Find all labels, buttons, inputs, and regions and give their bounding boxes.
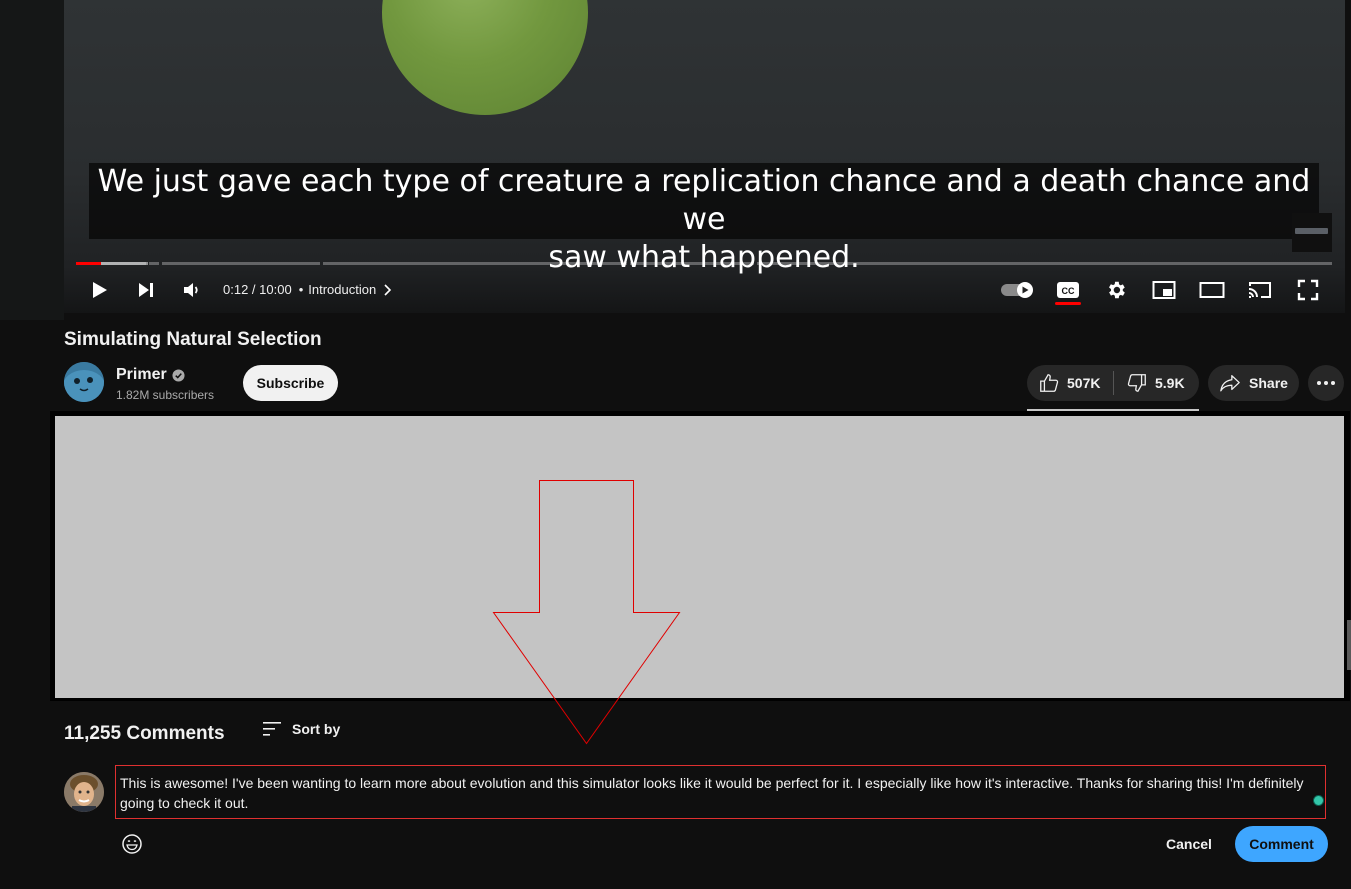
played-progress xyxy=(76,262,101,265)
chapter-segment[interactable] xyxy=(630,262,754,265)
emoji-button[interactable] xyxy=(120,832,144,856)
gear-icon xyxy=(1109,281,1125,299)
caption-window: We just gave each type of creature a rep… xyxy=(89,163,1319,275)
time-display: 0:12 / 10:00 • Introduction xyxy=(223,282,394,297)
chapter-dot: • xyxy=(298,282,304,297)
video-player[interactable]: We just gave each type of creature a rep… xyxy=(64,0,1345,313)
progress-bar[interactable] xyxy=(76,262,1332,265)
autoplay-toggle[interactable] xyxy=(1001,281,1035,299)
captions-active-indicator xyxy=(1055,302,1081,305)
share-icon xyxy=(1220,375,1240,392)
caption-line: We just gave each type of creature a rep… xyxy=(97,164,1311,237)
captions-button[interactable]: CC xyxy=(1054,276,1082,304)
current-time: 0:12 xyxy=(223,282,249,297)
gray-placeholder-panel xyxy=(55,416,1344,698)
theater-mode-button[interactable] xyxy=(1198,276,1226,304)
time-separator: / xyxy=(248,282,260,297)
share-button[interactable]: Share xyxy=(1208,365,1299,401)
description-overlay-frame xyxy=(50,411,1350,701)
miniplayer-icon xyxy=(1152,281,1176,299)
like-divider xyxy=(1113,371,1114,395)
comment-submit-button[interactable]: Comment xyxy=(1235,826,1328,862)
fullscreen-icon xyxy=(1297,279,1319,301)
chapter-segment[interactable] xyxy=(149,262,159,265)
like-count: 507K xyxy=(1067,375,1101,391)
cast-button[interactable] xyxy=(1246,276,1274,304)
dislike-button[interactable]: 5.9K xyxy=(1126,365,1185,401)
thumbs-down-icon xyxy=(1127,374,1146,392)
comment-input[interactable]: This is awesome! I've been wanting to le… xyxy=(115,765,1326,819)
comments-count: 11,255 Comments xyxy=(64,723,225,744)
dislike-count: 5.9K xyxy=(1155,375,1185,391)
theater-icon xyxy=(1199,282,1225,298)
grammar-assistant-icon[interactable] xyxy=(1313,795,1324,806)
play-button[interactable] xyxy=(85,276,113,304)
sort-icon xyxy=(263,722,281,736)
share-label: Share xyxy=(1249,375,1288,391)
svg-text:CC: CC xyxy=(1062,286,1075,296)
subscribe-button[interactable]: Subscribe xyxy=(243,365,338,401)
next-button[interactable] xyxy=(132,276,160,304)
user-photo xyxy=(64,772,104,812)
like-button[interactable]: 507K xyxy=(1027,365,1113,401)
verified-badge-icon xyxy=(172,368,185,382)
channel-avatar[interactable] xyxy=(64,362,104,402)
emoji-icon xyxy=(122,834,142,854)
creature-blob xyxy=(382,0,588,115)
subscriber-count: 1.82M subscribers xyxy=(116,388,215,402)
cc-icon: CC xyxy=(1057,282,1079,298)
thumbs-up-icon xyxy=(1040,374,1059,392)
fullscreen-button[interactable] xyxy=(1294,276,1322,304)
duration: 10:00 xyxy=(259,282,292,297)
mute-button[interactable] xyxy=(177,276,205,304)
scrollbar-thumb[interactable] xyxy=(1347,620,1351,670)
video-title: Simulating Natural Selection xyxy=(64,329,322,350)
page-margin xyxy=(0,0,64,320)
more-horizontal-icon xyxy=(1317,381,1335,385)
chevron-right-icon[interactable] xyxy=(380,283,394,297)
sort-by-button[interactable]: Sort by xyxy=(262,720,340,738)
user-avatar xyxy=(64,772,104,812)
watermark-logo xyxy=(1295,228,1328,234)
channel-watermark[interactable] xyxy=(1292,213,1332,252)
chapter-segment[interactable] xyxy=(162,262,320,265)
sort-by-label: Sort by xyxy=(292,721,341,737)
next-icon xyxy=(139,283,153,297)
play-icon xyxy=(93,282,107,298)
chapter-segment[interactable] xyxy=(323,262,627,265)
settings-button[interactable] xyxy=(1102,276,1130,304)
volume-icon xyxy=(184,283,198,297)
primer-blob-avatar xyxy=(64,362,104,402)
cancel-button[interactable]: Cancel xyxy=(1152,826,1226,862)
cast-icon xyxy=(1248,282,1271,298)
chapter-title[interactable]: Introduction xyxy=(308,282,376,297)
more-actions-button[interactable] xyxy=(1308,365,1344,401)
caption-line: saw what happened. xyxy=(548,240,860,275)
like-dislike-group: 507K 5.9K xyxy=(1027,365,1199,401)
miniplayer-button[interactable] xyxy=(1150,276,1178,304)
channel-name[interactable]: Primer xyxy=(116,366,185,384)
chapter-segment[interactable] xyxy=(757,262,1332,265)
channel-name-text[interactable]: Primer xyxy=(116,366,167,384)
